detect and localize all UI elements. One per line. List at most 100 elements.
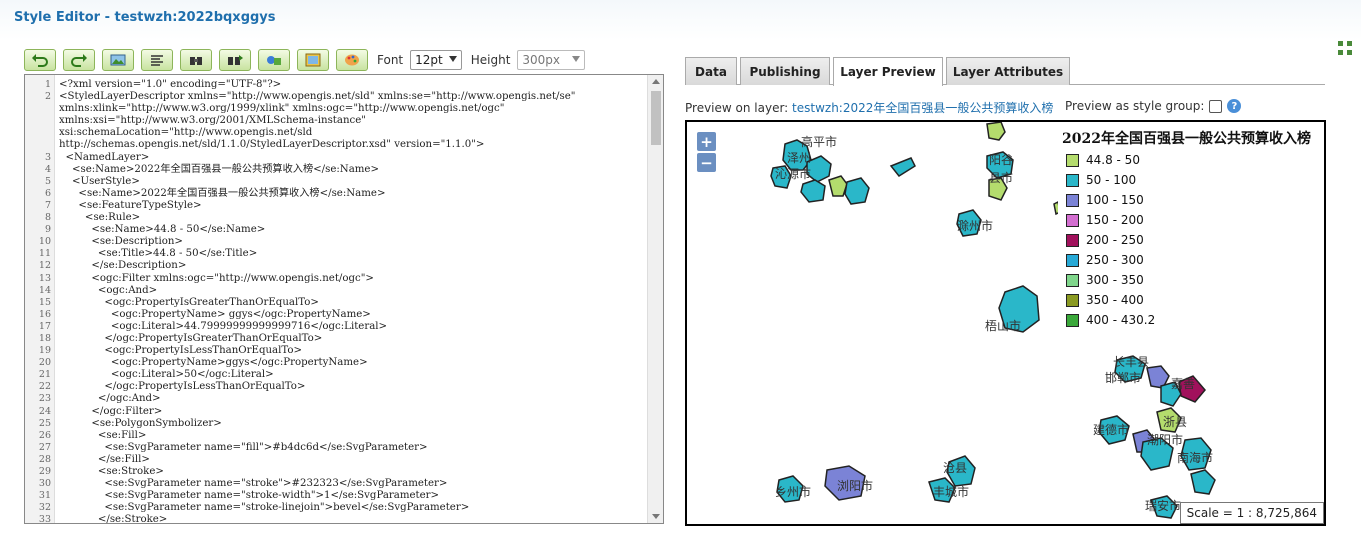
line-number: 8 [44, 212, 51, 224]
code-text: <?xml version="1.0" encoding="UTF-8"?> [59, 79, 282, 90]
format-button[interactable] [141, 49, 173, 71]
code-line[interactable]: 23 </ogc:And> [25, 393, 647, 405]
place-label: 建德市 [1093, 422, 1129, 437]
line-number: 32 [38, 502, 51, 514]
code-text: <se:Name>2022年全国百强县一般公共预算收入榜</se:Name> [59, 163, 379, 175]
code-line[interactable]: 10 <se:Description> [25, 236, 647, 248]
line-number: 6 [44, 187, 51, 199]
undo-button[interactable] [24, 49, 56, 71]
legend-swatch [1066, 233, 1079, 247]
goto-button[interactable] [102, 49, 134, 71]
find-button[interactable] [180, 49, 212, 71]
code-line[interactable]: 2 <StyledLayerDescriptor xmlns="http://ww… [25, 91, 647, 103]
code-text: </se:Fill> [59, 453, 150, 465]
line-number: 20 [38, 357, 51, 369]
code-line[interactable]: 8 <se:Rule> [25, 212, 647, 224]
code-line[interactable]: 33 </se:Stroke> [25, 514, 647, 523]
code-line[interactable]: 29 <se:Stroke> [25, 466, 647, 478]
code-text: xmlns:xlink="http://www.w3.org/1999/xlin… [59, 103, 505, 115]
code-line[interactable]: 18 </ogc:PropertyIsGreaterThanOrEqualTo> [25, 333, 647, 345]
height-select[interactable]: 300px [517, 50, 586, 70]
code-line[interactable]: 9 <se:Name>44.8 - 50</se:Name> [25, 224, 647, 236]
editor-scrollbar[interactable] [647, 75, 663, 523]
code-line[interactable]: 20 <ogc:PropertyName>ggys</ogc:PropertyN… [25, 357, 647, 369]
line-number: 26 [38, 429, 51, 441]
code-line[interactable]: 28 </se:Fill> [25, 454, 647, 466]
scroll-thumb[interactable] [651, 91, 661, 145]
line-number: 31 [38, 490, 51, 502]
place-label: 邯郸市 [1105, 370, 1141, 385]
redo-button[interactable] [63, 49, 95, 71]
legend-item: 44.8 - 50 [1066, 153, 1140, 167]
code-line[interactable]: xsi:schemaLocation="http://www.opengis.n… [25, 127, 647, 139]
code-line[interactable]: 22 </ogc:PropertyIsLessThanOrEqualTo> [25, 381, 647, 393]
font-size-select[interactable]: 12pt [410, 50, 462, 70]
scroll-up-icon[interactable] [652, 79, 660, 84]
code-line[interactable]: 32 <se:SvgParameter name="stroke-linejoi… [25, 502, 647, 514]
code-line[interactable]: 6 <se:Name>2022年全国百强县一般公共预算收入榜</se:Name> [25, 188, 647, 200]
code-text: </ogc:PropertyIsLessThanOrEqualTo> [59, 381, 306, 393]
code-line[interactable]: 1 <?xml version="1.0" encoding="UTF-8"?> [25, 79, 647, 91]
tab-data[interactable]: Data [685, 57, 737, 85]
code-line[interactable]: 12 </se:Description> [25, 260, 647, 272]
code-text: <se:Title>44.8 - 50</se:Title> [59, 248, 258, 260]
legend-item: 350 - 400 [1066, 293, 1144, 307]
layer-link[interactable]: testwzh:2022年全国百强县一般公共预算收入榜 [792, 101, 1053, 115]
code-line[interactable]: 17 <ogc:Literal>44.79999999999999716</og… [25, 321, 647, 333]
line-number: 17 [38, 320, 51, 332]
code-line[interactable]: 24 </ogc:Filter> [25, 406, 647, 418]
code-text: </se:Description> [59, 260, 187, 272]
title-bar: Style Editor - testwzh:2022bqxggys [0, 0, 1361, 40]
code-line[interactable]: 26 <se:Fill> [25, 430, 647, 442]
place-label: 梧山市 [985, 318, 1021, 333]
code-editor[interactable]: 1 <?xml version="1.0" encoding="UTF-8"?> 2… [24, 74, 664, 524]
code-line[interactable]: 19 <ogc:PropertyIsLessThanOrEqualTo> [25, 345, 647, 357]
image-icon [110, 54, 126, 66]
zoom-out-button[interactable]: − [697, 153, 716, 172]
tab-layer-preview[interactable]: Layer Preview [833, 57, 943, 86]
code-line[interactable]: xmlns:xlink="http://www.w3.org/1999/xlin… [25, 103, 647, 115]
code-line[interactable]: 3 <NamedLayer> [25, 152, 647, 164]
tab-layer-attributes[interactable]: Layer Attributes [946, 57, 1070, 85]
code-line[interactable]: http://schemas.opengis.net/sld/1.1.0/Sty… [25, 139, 647, 151]
legend-swatch [1066, 273, 1079, 287]
expand-icon[interactable] [1337, 40, 1353, 56]
tab-publishing[interactable]: Publishing [740, 57, 830, 85]
code-text: http://schemas.opengis.net/sld/1.1.0/Sty… [59, 139, 485, 151]
code-line[interactable]: 16 <ogc:PropertyName> ggys</ogc:Property… [25, 309, 647, 321]
code-line[interactable]: 14 <ogc:And> [25, 285, 647, 297]
code-area[interactable]: 1 <?xml version="1.0" encoding="UTF-8"?> 2… [25, 79, 647, 523]
code-line[interactable]: 31 <se:SvgParameter name="stroke-width">… [25, 490, 647, 502]
legend-swatch [1066, 293, 1079, 307]
code-line[interactable]: 30 <se:SvgParameter name="stroke">#23232… [25, 478, 647, 490]
map-preview[interactable]: 高平市 泽州 沁源市 阳谷 县市 长丰县 邯郸市 嘉善 滁州市 梧山市 建德市 … [685, 120, 1326, 526]
code-text: <ogc:PropertyName>ggys</ogc:PropertyName… [59, 357, 368, 369]
code-line[interactable]: 27 <se:SvgParameter name="fill">#b4dc6d<… [25, 442, 647, 454]
style-group-checkbox[interactable] [1209, 99, 1223, 113]
code-line[interactable]: xmlns:xsi="http://www.w3.org/2001/XMLSch… [25, 115, 647, 127]
help-icon[interactable]: ? [1227, 99, 1242, 113]
code-line[interactable]: 15 <ogc:PropertyIsGreaterThanOrEqualTo> [25, 297, 647, 309]
code-text: xsi:schemaLocation="http://www.opengis.n… [59, 127, 313, 139]
code-line[interactable]: 21 <ogc:Literal>50</ogc:Literal> [25, 369, 647, 381]
zoom-in-button[interactable]: + [697, 132, 716, 151]
scale-readout: Scale = 1 : 8,725,864 [1179, 502, 1324, 524]
code-line[interactable]: 11 <se:Title>44.8 - 50</se:Title> [25, 248, 647, 260]
preview-image-button[interactable] [297, 49, 329, 71]
place-label: 浙县 [1163, 415, 1187, 429]
line-number: 18 [38, 332, 51, 344]
code-line[interactable]: 4 <se:Name>2022年全国百强县一般公共预算收入榜</se:Name> [25, 164, 647, 176]
palette-button[interactable] [336, 49, 368, 71]
place-label: 滁州市 [957, 218, 993, 233]
scroll-down-icon[interactable] [652, 514, 660, 519]
line-number: 29 [38, 466, 51, 477]
legend-label: 50 - 100 [1086, 173, 1137, 187]
code-line[interactable]: 25 <se:PolygonSymbolizer> [25, 418, 647, 430]
code-line[interactable]: 7 <se:FeatureTypeStyle> [25, 200, 647, 212]
place-label: 长丰县 [1113, 355, 1149, 369]
find-replace-button[interactable] [219, 49, 251, 71]
code-line[interactable]: 5 <UserStyle> [25, 176, 647, 188]
code-line[interactable]: 13 <ogc:Filter xmlns:ogc="http://www.ope… [25, 273, 647, 285]
line-number: 25 [38, 417, 51, 429]
svg-button[interactable] [258, 49, 290, 71]
